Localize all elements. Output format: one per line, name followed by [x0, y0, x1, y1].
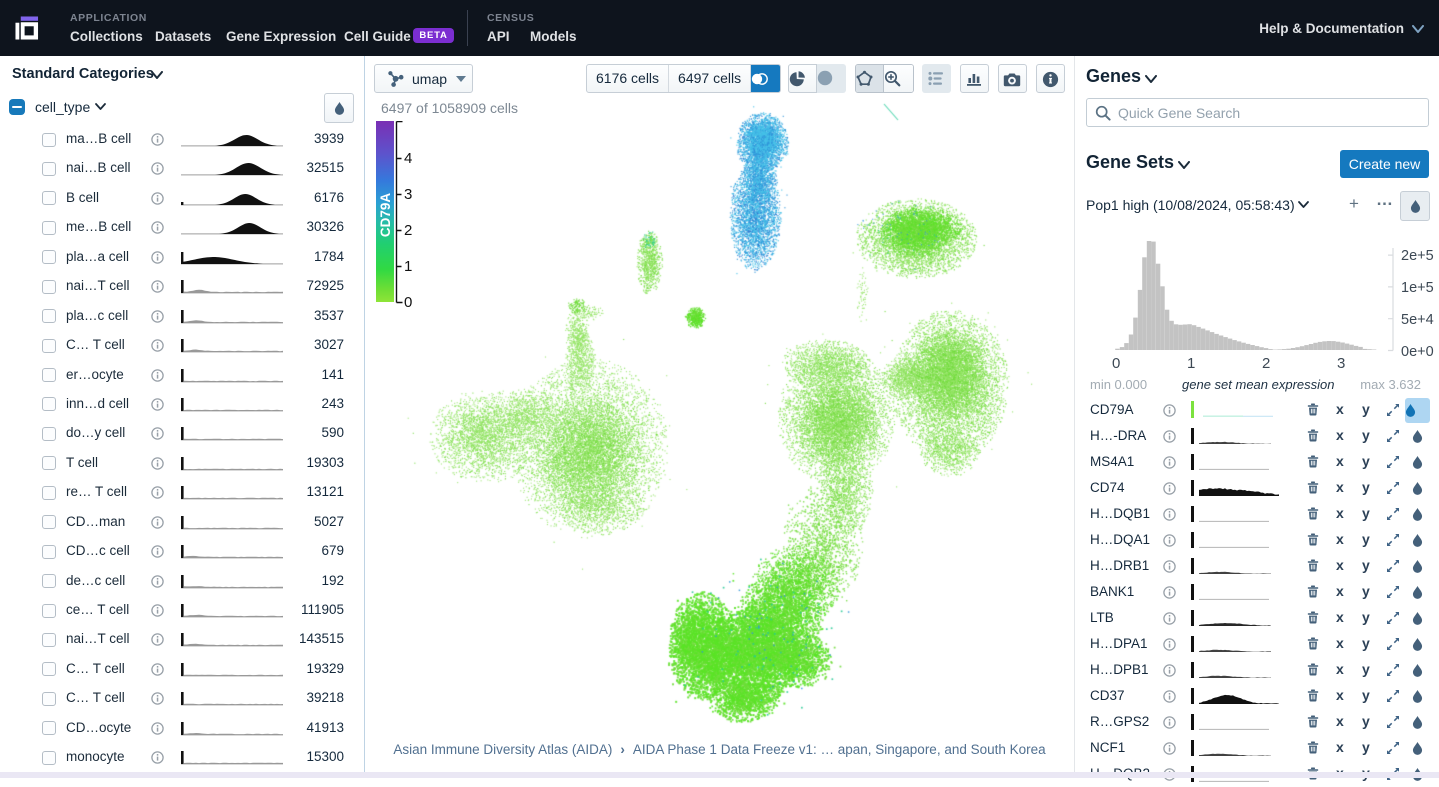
svg-text:3: 3 — [404, 186, 412, 203]
svg-text:0: 0 — [404, 294, 412, 311]
svg-text:CD79A: CD79A — [378, 193, 393, 238]
svg-text:4: 4 — [404, 150, 412, 167]
svg-text:1: 1 — [404, 258, 412, 275]
svg-text:1: 1 — [1187, 355, 1195, 372]
svg-text:0e+0: 0e+0 — [1401, 344, 1434, 360]
svg-text:2: 2 — [1262, 355, 1270, 372]
svg-text:2e+5: 2e+5 — [1401, 248, 1434, 264]
svg-text:1e+5: 1e+5 — [1401, 280, 1434, 296]
svg-text:3: 3 — [1337, 355, 1345, 372]
svg-text:2: 2 — [404, 222, 412, 239]
svg-text:5e+4: 5e+4 — [1401, 312, 1434, 328]
svg-text:0: 0 — [1112, 355, 1120, 372]
